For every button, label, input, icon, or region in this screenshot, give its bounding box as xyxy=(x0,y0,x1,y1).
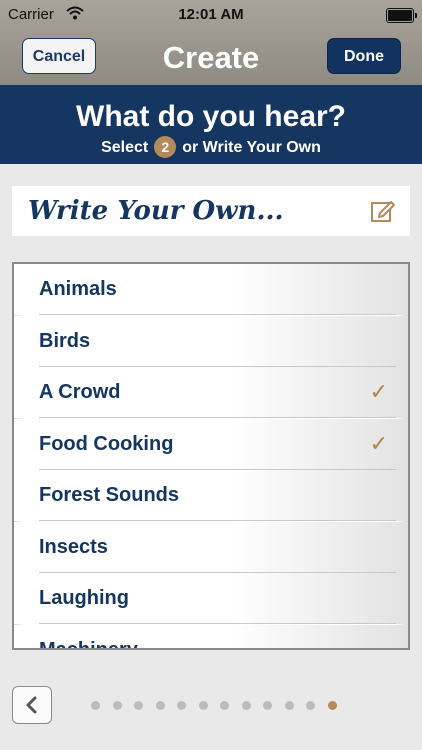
select-prefix: Select xyxy=(101,139,149,157)
option-label: Forest Sounds xyxy=(39,484,180,506)
option-row[interactable]: Animals xyxy=(14,264,408,315)
select-suffix: or Write Your Own xyxy=(182,139,321,157)
battery-icon xyxy=(386,8,417,23)
option-row[interactable]: Birds xyxy=(14,315,408,367)
chevron-left-icon xyxy=(26,696,37,714)
sound-options-list[interactable]: Animals Birds A Crowd ✓ Food Cooking ✓ Forest … xyxy=(12,262,410,650)
back-button[interactable] xyxy=(12,686,52,724)
option-row[interactable]: Forest Sounds xyxy=(14,470,408,521)
prompt-instructions: Select 2 or Write Your Own xyxy=(0,136,422,159)
status-time: 12:01 AM xyxy=(178,6,244,23)
page-dot xyxy=(177,701,186,710)
page-dot xyxy=(155,701,165,710)
page-dot xyxy=(91,701,100,710)
prompt-question: What do you hear? xyxy=(76,100,346,133)
option-row[interactable]: A Crowd ✓ xyxy=(14,367,408,418)
page-dot xyxy=(306,701,315,710)
page-dot xyxy=(241,701,251,710)
option-row[interactable]: Insects xyxy=(14,521,408,573)
option-label: A Crowd xyxy=(39,381,121,403)
top-bar: Carrier 12:01 AM Cancel Create Done xyxy=(0,0,422,85)
checkmark-icon: ✓ xyxy=(369,379,388,404)
page-dot xyxy=(220,701,229,710)
select-count-badge: 2 xyxy=(154,136,177,158)
prompt-banner: What do you hear? Select 2 or Write Your O… xyxy=(0,85,422,164)
page-dot xyxy=(263,701,272,710)
edit-icon[interactable] xyxy=(370,198,396,224)
option-label: Insects xyxy=(39,535,108,558)
done-button[interactable]: Done xyxy=(327,38,401,74)
write-your-own-label: Write Your Own... xyxy=(28,196,284,226)
option-row[interactable]: Machinery xyxy=(14,624,408,650)
option-label: Birds xyxy=(39,329,91,352)
option-row[interactable]: Food Cooking ✓ xyxy=(14,418,408,470)
page-dot xyxy=(134,701,143,710)
option-label: Food Cooking xyxy=(39,432,174,455)
option-label: Animals xyxy=(39,278,117,300)
page-dot-active xyxy=(327,701,337,710)
page-dot xyxy=(112,701,122,710)
write-your-own-field[interactable]: Write Your Own... xyxy=(12,186,410,236)
page-dot xyxy=(284,701,294,710)
option-row[interactable]: Laughing xyxy=(14,573,408,624)
status-bar: Carrier 12:01 AM xyxy=(0,0,422,30)
option-label: Machinery xyxy=(39,638,138,650)
checkmark-icon: ✓ xyxy=(369,430,388,456)
option-label: Laughing xyxy=(39,587,129,609)
page-dot xyxy=(198,701,208,710)
